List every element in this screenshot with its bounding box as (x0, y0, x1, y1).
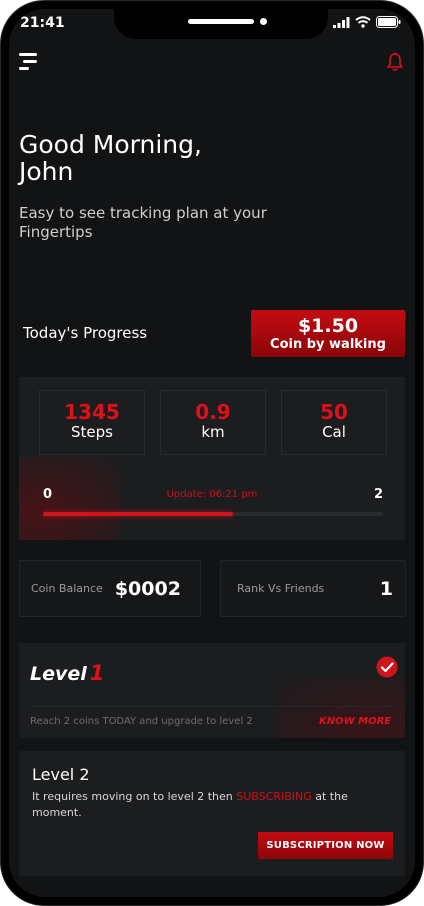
know-more-link[interactable]: KNOW MORE (319, 716, 391, 727)
update-time: Update: 06:21 pm (166, 489, 258, 500)
progress-fill (43, 512, 234, 516)
calories-value: 50 (320, 400, 348, 424)
check-icon (376, 656, 398, 678)
coin-by-walking-card: $1.50 Coin by walking (251, 310, 405, 357)
steps-value: 1345 (64, 400, 120, 424)
speaker-bar (188, 19, 254, 24)
coin-balance-label: Coin Balance (31, 582, 103, 595)
distance-label: km (201, 423, 225, 441)
subscription-now-button[interactable]: SUBSCRIPTION NOW (258, 832, 393, 859)
rank-card: Rank Vs Friends 1 (220, 560, 406, 617)
greeting-heading: Good Morning, John (19, 130, 202, 186)
status-time: 21:41 (20, 15, 65, 31)
stats-card: 1345 Steps 0.9 km 50 Cal 0 Update: 06:21… (19, 377, 405, 540)
steps-label: Steps (71, 423, 113, 441)
signal-icon (333, 16, 350, 28)
level2-desc-highlight: SUBSCRIBING (236, 790, 312, 803)
divider (30, 706, 394, 707)
rank-value: 1 (379, 577, 393, 600)
progress-range-end: 2 (374, 487, 384, 502)
coin-balance-value: $0002 (114, 577, 181, 600)
battery-icon (376, 16, 401, 28)
level2-desc-pre: It requires moving on to level 2 then (32, 790, 237, 803)
camera-dot (260, 18, 267, 25)
level-hint: Reach 2 coins TODAY and upgrade to level… (30, 716, 253, 727)
rank-label: Rank Vs Friends (237, 582, 325, 595)
coin-amount: $1.50 (297, 315, 359, 337)
greeting-subtitle: Easy to see tracking plan at your Finger… (19, 204, 267, 241)
card-glow (275, 678, 405, 738)
level-card: Level 1 Reach 2 coins TODAY and upgrade t… (19, 643, 405, 738)
distance-value: 0.9 (195, 400, 231, 424)
coin-label: Coin by walking (270, 337, 386, 352)
notch (114, 9, 328, 39)
progress-track (43, 512, 383, 516)
coin-balance-card: Coin Balance $0002 (19, 560, 201, 617)
level2-description: It requires moving on to level 2 then SU… (32, 789, 352, 821)
level2-title: Level 2 (32, 765, 90, 784)
calories-stat: 50 Cal (281, 390, 387, 455)
level2-card: Level 2 It requires moving on to level 2… (19, 751, 405, 876)
calories-label: Cal (322, 423, 346, 441)
distance-stat: 0.9 km (160, 390, 266, 455)
progress-title: Today's Progress (23, 324, 148, 342)
level-label: Level (30, 663, 87, 685)
phone-mockup: 21:41 Good Morning, John Easy to see tra… (0, 0, 424, 906)
level-title: Level 1 (30, 661, 104, 685)
level-number: 1 (89, 661, 105, 685)
menu-icon[interactable] (19, 53, 39, 71)
wifi-icon (355, 16, 371, 28)
notification-bell-icon[interactable] (386, 52, 404, 72)
status-icons (333, 15, 401, 29)
app-screen: 21:41 Good Morning, John Easy to see tra… (9, 9, 415, 897)
steps-stat: 1345 Steps (39, 390, 145, 455)
